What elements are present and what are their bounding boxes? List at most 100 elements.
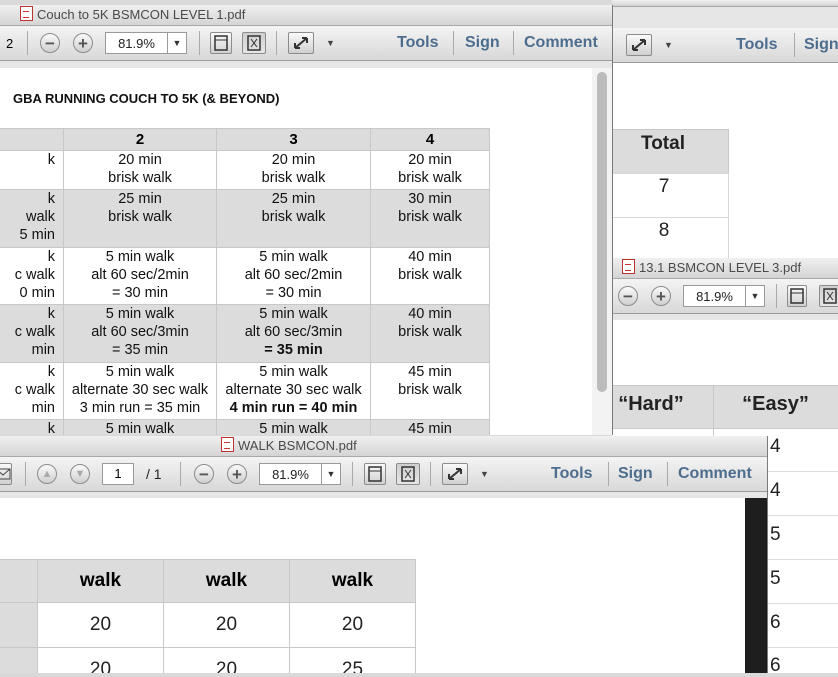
easy-value: 6: [770, 612, 781, 633]
walk-vertical-scrollbar[interactable]: [745, 498, 767, 673]
walk-header-cell: walk: [289, 559, 416, 603]
schedule-row: k c walk min 5 min walk alternate 30 sec wal…: [0, 362, 490, 420]
total-value-2: 8: [658, 220, 670, 241]
zoom-level-select[interactable]: 81.9% ▼: [683, 285, 765, 307]
total-value-1: 7: [658, 176, 670, 197]
schedule-cell: 40 min brisk walk: [370, 304, 490, 363]
walk-cell: 20: [163, 647, 290, 673]
schedule-cell-line: brisk walk: [398, 209, 462, 225]
fit-width-icon[interactable]: [364, 463, 386, 485]
schedule-cell: 45 min: [370, 419, 490, 435]
schedule-cell: k: [0, 150, 64, 190]
schedule-row: k 20 min brisk walk 20 min brisk walk 20 min b…: [0, 150, 490, 190]
toolbar-separator: [608, 462, 609, 486]
tools-button[interactable]: Tools: [397, 26, 438, 60]
schedule-cell: 5 min walk alternate 30 sec walk 4 min run…: [216, 362, 371, 420]
page-number-input[interactable]: 1: [102, 463, 134, 485]
schedule-cell-line: brisk walk: [398, 170, 462, 186]
previous-page-button[interactable]: ▲: [37, 464, 57, 484]
email-icon[interactable]: [0, 463, 12, 485]
comment-button[interactable]: Comment: [524, 26, 598, 60]
tools-button[interactable]: Tools: [551, 457, 592, 491]
schedule-cell-line: k: [47, 306, 55, 322]
schedule-cell: 20 min brisk walk: [216, 150, 371, 190]
schedule-cell-line: 5 min walk: [105, 249, 175, 265]
toolbar-separator: [27, 31, 28, 55]
schedule-cell-line: 5 min walk: [259, 306, 328, 322]
schedule-cell: k c walk min: [0, 362, 64, 420]
next-page-button[interactable]: ▼: [70, 464, 90, 484]
schedule-cell-line: 5 min walk: [259, 249, 328, 265]
fit-page-icon[interactable]: [819, 285, 838, 307]
page-total-label: / 1: [146, 466, 162, 482]
schedule-cell: 5 min walk alt 60 sec/2min = 30 min: [63, 247, 217, 305]
total-header-label: Total: [641, 133, 685, 154]
tools-button[interactable]: Tools: [736, 28, 777, 62]
training-schedule-table: 2 3 4 k 20 min brisk walk 20 min brisk walk 20 m…: [0, 128, 490, 435]
sign-button[interactable]: Sign: [618, 457, 653, 491]
schedule-cell: 5 min walk: [216, 419, 371, 435]
chevron-down-icon[interactable]: ▼: [326, 26, 335, 60]
zoom-in-button[interactable]: +: [227, 464, 247, 484]
document-heading: GBA RUNNING COUCH TO 5K (& BEYOND): [13, 91, 280, 106]
schedule-cell: 40 min brisk walk: [370, 247, 490, 305]
schedule-cell-line: 5 min walk: [259, 364, 328, 380]
comment-button[interactable]: Comment: [678, 457, 752, 491]
walk-header-cell: walk: [163, 559, 290, 603]
scrollbar-thumb[interactable]: [597, 72, 607, 392]
zoom-out-button[interactable]: −: [40, 33, 60, 53]
fit-page-icon[interactable]: [396, 463, 420, 485]
expand-icon[interactable]: [288, 32, 314, 54]
fit-width-icon[interactable]: [210, 32, 232, 54]
zoom-out-button[interactable]: −: [618, 286, 638, 306]
walk-cell: 20: [163, 602, 290, 648]
schedule-cell-line: = 30 min: [265, 285, 322, 301]
schedule-cell-line: 20 min: [408, 152, 452, 168]
schedule-cell-line: k: [47, 421, 55, 435]
toolbar-separator: [453, 31, 454, 55]
schedule-cell: 45 min brisk walk: [370, 362, 490, 420]
chevron-down-icon[interactable]: ▼: [480, 457, 489, 491]
schedule-cell: k c walk 0 min: [0, 247, 64, 305]
expand-icon[interactable]: [442, 463, 468, 485]
chevron-down-icon[interactable]: ▼: [167, 33, 186, 53]
couch-vertical-scrollbar[interactable]: [592, 68, 612, 435]
pdf-file-icon: [20, 6, 33, 21]
schedule-cell-line: 40 min: [408, 249, 452, 265]
hard-column-header: “Hard”: [618, 393, 684, 415]
expand-icon[interactable]: [626, 34, 652, 56]
schedule-cell-line: brisk walk: [398, 324, 462, 340]
easy-value: 4: [770, 480, 781, 501]
schedule-cell-line: min: [31, 400, 55, 416]
schedule-cell-line: alternate 30 sec walk: [225, 382, 362, 398]
zoom-in-button[interactable]: +: [651, 286, 671, 306]
chevron-down-icon[interactable]: ▼: [321, 464, 340, 484]
zoom-level-select[interactable]: 81.9% ▼: [259, 463, 341, 485]
schedule-cell-line: 3 min run = 35 min: [79, 400, 201, 416]
walk-cell: 20: [37, 602, 164, 648]
schedule-cell-line: brisk walk: [108, 170, 172, 186]
fit-width-icon[interactable]: [787, 285, 807, 307]
level3-window-title: 13.1 BSMCON LEVEL 3.pdf: [639, 260, 802, 275]
schedule-cell-line: 5 min walk: [259, 421, 328, 435]
toolbar-separator: [430, 462, 431, 486]
schedule-header-cell: 4: [370, 128, 490, 151]
walk-row: 20 20 25: [0, 647, 416, 673]
zoom-level-select[interactable]: 81.9% ▼: [105, 32, 187, 54]
zoom-out-button[interactable]: −: [194, 464, 214, 484]
schedule-cell-line: k: [47, 191, 55, 207]
schedule-cell-line: brisk walk: [261, 209, 326, 225]
zoom-in-button[interactable]: +: [73, 33, 93, 53]
schedule-header-cell: [0, 128, 64, 151]
fit-page-icon[interactable]: [242, 32, 266, 54]
chevron-down-icon[interactable]: ▼: [664, 28, 673, 62]
chevron-down-icon[interactable]: ▼: [745, 286, 764, 306]
schedule-cell-line: brisk walk: [398, 267, 462, 283]
sign-button[interactable]: Sign: [465, 26, 500, 60]
easy-value: 5: [770, 524, 781, 545]
sign-button[interactable]: Sign: [804, 28, 838, 62]
schedule-cell: 25 min brisk walk: [63, 189, 217, 248]
toolbar-separator: [776, 284, 777, 308]
schedule-cell: 20 min brisk walk: [370, 150, 490, 190]
schedule-cell-line: c walk: [14, 382, 55, 398]
